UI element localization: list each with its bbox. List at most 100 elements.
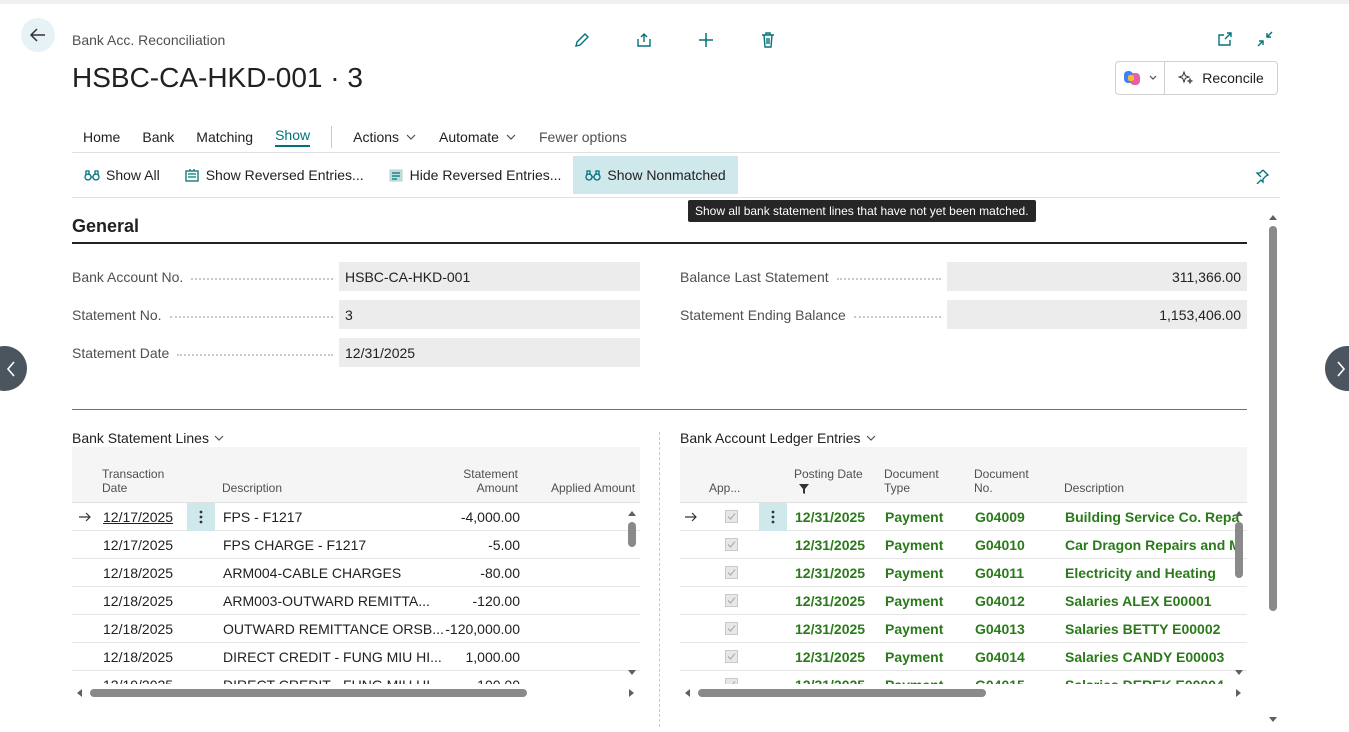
copilot-dropdown[interactable]: [1115, 61, 1165, 95]
column-header-applied[interactable]: App...: [709, 481, 740, 495]
document-type-cell[interactable]: Payment: [885, 677, 943, 684]
general-section-title[interactable]: General: [72, 216, 139, 237]
new-button[interactable]: [694, 28, 718, 52]
statement-amount-cell[interactable]: -80.00: [442, 565, 520, 581]
description-cell[interactable]: DIRECT CREDIT - FUNG MIU HI...: [223, 677, 442, 684]
automate-menu[interactable]: Automate: [428, 122, 528, 152]
statement-lines-horizontal-scrollbar[interactable]: [74, 686, 638, 698]
document-no-cell[interactable]: G04009: [975, 509, 1025, 525]
table-row[interactable]: 12/31/2025 Payment G04015 Salaries DEREK E0…: [680, 671, 1247, 684]
back-button[interactable]: [21, 18, 55, 52]
column-header-document-type[interactable]: Document Type: [884, 467, 939, 495]
table-row[interactable]: 12/17/2025 FPS - F1217 -4,000.00: [72, 503, 640, 531]
table-row[interactable]: 12/31/2025 Payment G04011 Electricity and H…: [680, 559, 1247, 587]
description-cell[interactable]: Salaries CANDY E00003: [1065, 649, 1224, 665]
transaction-date-cell[interactable]: 12/19/2025: [103, 677, 173, 684]
document-type-cell[interactable]: Payment: [885, 649, 943, 665]
next-record-button[interactable]: [1325, 346, 1349, 391]
posting-date-cell[interactable]: 12/31/2025: [795, 677, 865, 684]
collapse-button[interactable]: [1254, 28, 1276, 50]
column-header-posting-date[interactable]: Posting Date: [794, 467, 863, 498]
share-button[interactable]: [632, 28, 656, 52]
posting-date-cell[interactable]: 12/31/2025: [795, 621, 865, 637]
posting-date-cell[interactable]: 12/31/2025: [795, 509, 865, 525]
column-header-description[interactable]: Description: [1064, 481, 1124, 495]
transaction-date-cell[interactable]: 12/18/2025: [103, 649, 173, 665]
bank-account-no-value[interactable]: HSBC-CA-HKD-001: [339, 262, 640, 291]
ledger-entries-vertical-scrollbar[interactable]: [1234, 503, 1244, 683]
posting-date-cell[interactable]: 12/31/2025: [795, 649, 865, 665]
bank-account-ledger-entries-title[interactable]: Bank Account Ledger Entries: [680, 430, 877, 446]
description-cell[interactable]: FPS - F1217: [223, 509, 302, 525]
document-no-cell[interactable]: G04010: [975, 537, 1025, 553]
transaction-date-cell[interactable]: 12/18/2025: [103, 621, 173, 637]
row-actions-button[interactable]: [187, 503, 215, 531]
document-type-cell[interactable]: Payment: [885, 621, 943, 637]
tab-show[interactable]: Show: [264, 122, 321, 152]
tab-matching[interactable]: Matching: [185, 122, 264, 152]
table-row[interactable]: 12/31/2025 Payment G04010 Car Dragon Repair…: [680, 531, 1247, 559]
document-no-cell[interactable]: G04013: [975, 621, 1025, 637]
show-all-button[interactable]: Show All: [72, 156, 172, 194]
statement-ending-balance-value[interactable]: 1,153,406.00: [947, 300, 1247, 329]
bank-statement-lines-title[interactable]: Bank Statement Lines: [72, 430, 225, 446]
delete-button[interactable]: [756, 28, 780, 52]
column-header-transaction-date[interactable]: Transaction Date: [102, 467, 164, 495]
tab-bank[interactable]: Bank: [131, 122, 185, 152]
document-type-cell[interactable]: Payment: [885, 509, 943, 525]
transaction-date-cell[interactable]: 12/18/2025: [103, 565, 173, 581]
description-cell[interactable]: FPS CHARGE - F1217: [223, 537, 366, 553]
table-row[interactable]: 12/18/2025 ARM003-OUTWARD REMITTA... -120.…: [72, 587, 640, 615]
table-row[interactable]: 12/19/2025 DIRECT CREDIT - FUNG MIU HI...…: [72, 671, 640, 684]
statement-amount-cell[interactable]: 100.00: [442, 677, 520, 684]
column-header-document-no[interactable]: Document No.: [974, 467, 1029, 495]
table-row[interactable]: 12/18/2025 OUTWARD REMITTANCE ORSB... -120…: [72, 615, 640, 643]
tab-home[interactable]: Home: [72, 122, 131, 152]
description-cell[interactable]: Car Dragon Repairs and M: [1065, 537, 1241, 553]
open-new-window-button[interactable]: [1214, 28, 1236, 50]
ledger-entries-horizontal-scrollbar[interactable]: [682, 686, 1245, 698]
document-type-cell[interactable]: Payment: [885, 565, 943, 581]
statement-amount-cell[interactable]: 1,000.00: [442, 649, 521, 665]
column-header-description[interactable]: Description: [222, 481, 282, 495]
table-row[interactable]: 12/17/2025 FPS CHARGE - F1217 -5.00: [72, 531, 640, 559]
description-cell[interactable]: DIRECT CREDIT - FUNG MIU HI...: [223, 649, 442, 665]
balance-last-statement-value[interactable]: 311,366.00: [947, 262, 1247, 291]
statement-amount-cell[interactable]: -120,000.00: [442, 621, 520, 637]
table-row[interactable]: 12/31/2025 Payment G04014 Salaries CANDY E0…: [680, 643, 1247, 671]
posting-date-cell[interactable]: 12/31/2025: [795, 593, 865, 609]
statement-no-value[interactable]: 3: [339, 300, 640, 329]
show-nonmatched-button[interactable]: Show Nonmatched: [573, 156, 738, 194]
document-type-cell[interactable]: Payment: [885, 537, 943, 553]
hide-reversed-entries-button[interactable]: Hide Reversed Entries...: [376, 156, 574, 194]
edit-button[interactable]: [570, 28, 594, 52]
document-no-cell[interactable]: G04011: [975, 565, 1024, 581]
table-row[interactable]: 12/31/2025 Payment G04009 Building Service …: [680, 503, 1247, 531]
page-vertical-scrollbar[interactable]: [1267, 209, 1279, 727]
actions-menu[interactable]: Actions: [342, 122, 428, 152]
description-cell[interactable]: Salaries BETTY E00002: [1065, 621, 1220, 637]
document-type-cell[interactable]: Payment: [885, 593, 943, 609]
previous-record-button[interactable]: [0, 346, 27, 391]
posting-date-cell[interactable]: 12/31/2025: [795, 565, 865, 581]
statement-amount-cell[interactable]: -120.00: [442, 593, 520, 609]
description-cell[interactable]: Salaries ALEX E00001: [1065, 593, 1212, 609]
description-cell[interactable]: ARM004-CABLE CHARGES: [223, 565, 401, 581]
description-cell[interactable]: Building Service Co. Repa: [1065, 509, 1239, 525]
description-cell[interactable]: Salaries DEREK E00004: [1065, 677, 1224, 684]
table-row[interactable]: 12/18/2025 ARM004-CABLE CHARGES -80.00: [72, 559, 640, 587]
table-row[interactable]: 12/31/2025 Payment G04013 Salaries BETTY E0…: [680, 615, 1247, 643]
transaction-date-cell[interactable]: 12/18/2025: [103, 593, 173, 609]
show-reversed-entries-button[interactable]: Show Reversed Entries...: [172, 156, 376, 194]
posting-date-cell[interactable]: 12/31/2025: [795, 537, 865, 553]
column-header-applied-amount[interactable]: Applied Amount: [551, 481, 635, 495]
description-cell[interactable]: Electricity and Heating: [1065, 565, 1216, 581]
statement-lines-vertical-scrollbar[interactable]: [627, 503, 637, 683]
document-no-cell[interactable]: G04012: [975, 593, 1025, 609]
table-row[interactable]: 12/18/2025 DIRECT CREDIT - FUNG MIU HI...…: [72, 643, 640, 671]
reconcile-button[interactable]: Reconcile: [1164, 61, 1278, 95]
document-no-cell[interactable]: G04014: [975, 649, 1025, 665]
fewer-options-button[interactable]: Fewer options: [528, 122, 638, 152]
description-cell[interactable]: OUTWARD REMITTANCE ORSB...: [223, 621, 444, 637]
pin-action-bar-button[interactable]: [1252, 166, 1272, 186]
